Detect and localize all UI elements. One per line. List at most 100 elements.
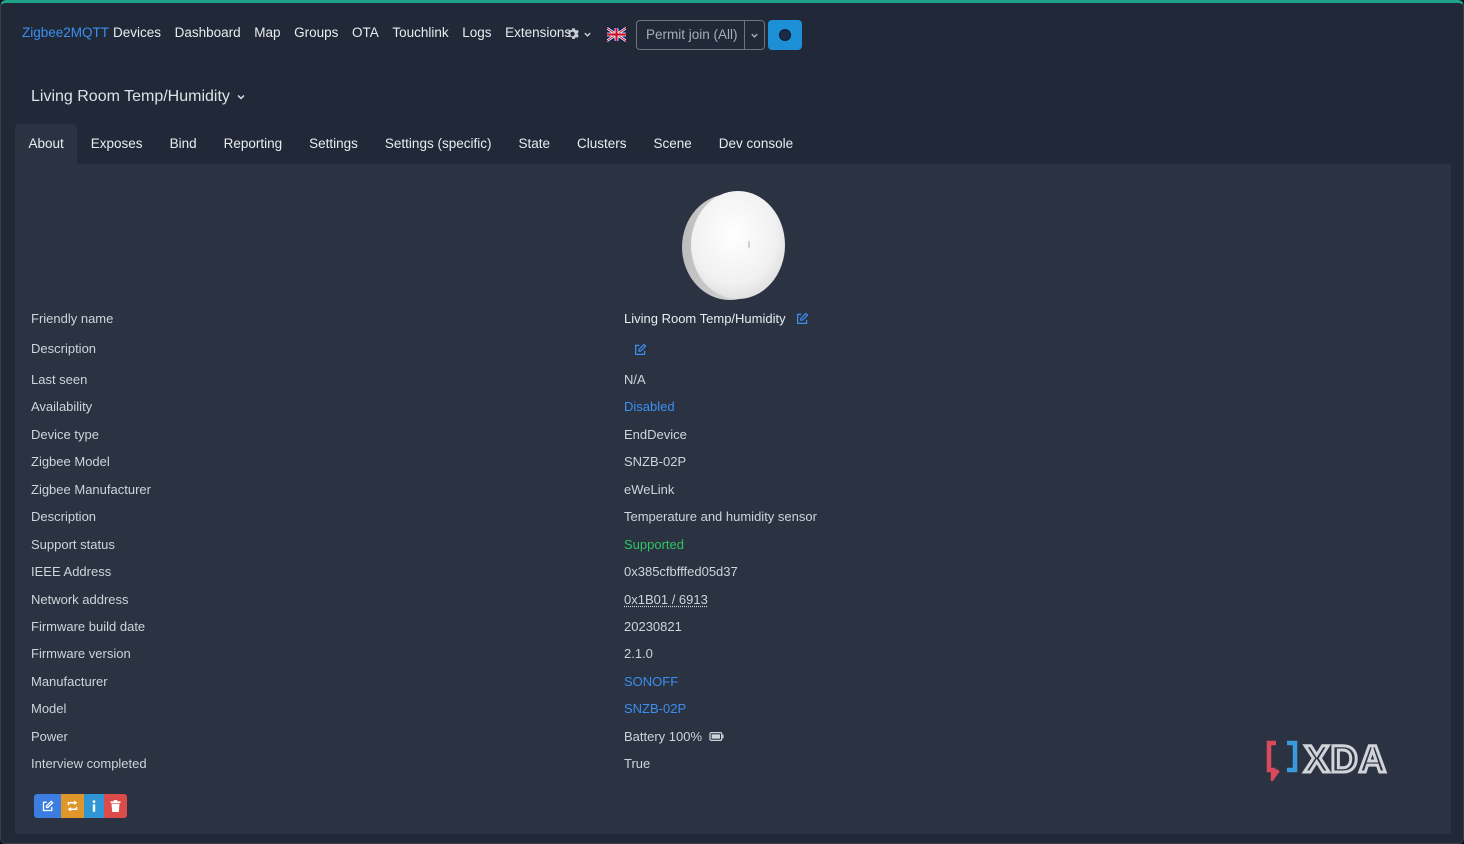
info-icon	[92, 800, 96, 812]
tab-settings[interactable]: Settings	[296, 124, 372, 164]
edit-icon	[42, 800, 54, 812]
edit-icon[interactable]	[796, 312, 809, 325]
edit-icon[interactable]	[634, 343, 647, 356]
model-link[interactable]: SNZB-02P	[624, 701, 686, 716]
detail-label: Manufacturer	[31, 674, 108, 689]
nav-links: Devices Dashboard Map Groups OTA Touchli…	[113, 25, 585, 40]
detail-value: eWeLink	[624, 482, 675, 497]
trash-icon	[110, 800, 121, 812]
app-window: Zigbee2MQTT Devices Dashboard Map Groups…	[0, 0, 1464, 844]
permit-join-button-group: Permit join (All)	[636, 20, 765, 50]
tab-bind[interactable]: Bind	[156, 124, 210, 164]
detail-value	[624, 343, 647, 356]
device-actions	[34, 794, 127, 818]
xda-watermark-logo: XDA	[1266, 739, 1388, 781]
detail-value: Battery 100%	[624, 729, 724, 744]
detail-row-interview-completed: Interview completed True	[31, 756, 1431, 776]
device-title-dropdown[interactable]: Living Room Temp/Humidity	[31, 88, 246, 106]
swap-icon	[67, 800, 78, 812]
device-tabs: About Exposes Bind Reporting Settings Se…	[15, 124, 807, 164]
detail-label: Zigbee Manufacturer	[31, 482, 151, 497]
friendly-name-value: Living Room Temp/Humidity	[624, 311, 786, 326]
detail-label: Support status	[31, 537, 115, 552]
power-value: Battery 100%	[624, 729, 703, 744]
detail-row-support-status: Support status Supported	[31, 537, 1431, 557]
detail-label: Device type	[31, 427, 99, 442]
availability-link[interactable]: Disabled	[624, 399, 675, 414]
chevron-down-icon	[237, 94, 245, 100]
detail-value: 2.1.0	[624, 646, 653, 661]
circle-icon	[779, 29, 791, 41]
tab-clusters[interactable]: Clusters	[564, 124, 641, 164]
detail-row-friendly-name: Friendly name Living Room Temp/Humidity	[31, 311, 1431, 331]
tab-exposes[interactable]: Exposes	[77, 124, 156, 164]
nav-map[interactable]: Map	[254, 25, 280, 40]
page-title: Living Room Temp/Humidity	[31, 88, 230, 105]
detail-row-last-seen: Last seen N/A	[31, 372, 1431, 392]
nav-extensions[interactable]: Extensions	[505, 25, 571, 40]
detail-value: Living Room Temp/Humidity	[624, 311, 809, 326]
reconfigure-button[interactable]	[61, 794, 84, 818]
interview-button[interactable]	[84, 794, 104, 818]
theme-toggle-button[interactable]	[768, 20, 802, 50]
detail-value: EndDevice	[624, 427, 687, 442]
nav-dashboard[interactable]: Dashboard	[175, 25, 241, 40]
detail-row-manufacturer: Manufacturer SONOFF	[31, 674, 1431, 694]
detail-label: Zigbee Model	[31, 454, 110, 469]
support-status-link[interactable]: Supported	[624, 537, 684, 552]
detail-label: Description	[31, 341, 97, 356]
detail-value: True	[624, 756, 651, 771]
network-address-value: 0x1B01 / 6913	[624, 592, 708, 607]
detail-value: SNZB-02P	[624, 454, 687, 469]
tab-about[interactable]: About	[15, 124, 78, 164]
detail-label: Firmware version	[31, 646, 131, 661]
tab-scene[interactable]: Scene	[640, 124, 705, 164]
detail-row-device-type: Device type EndDevice	[31, 427, 1431, 447]
detail-label: Availability	[31, 399, 93, 414]
detail-label: Firmware build date	[31, 619, 146, 634]
detail-value: Temperature and humidity sensor	[624, 509, 817, 524]
detail-label: Interview completed	[31, 756, 147, 771]
nav-logs[interactable]: Logs	[462, 25, 491, 40]
detail-row-network-address: Network address 0x1B01 / 6913	[31, 592, 1431, 612]
manufacturer-link[interactable]: SONOFF	[624, 674, 678, 689]
tab-settings-specific[interactable]: Settings (specific)	[371, 124, 505, 164]
remove-device-button[interactable]	[104, 794, 127, 818]
tab-reporting[interactable]: Reporting	[210, 124, 296, 164]
detail-row-firmware-version: Firmware version 2.1.0	[31, 646, 1431, 666]
settings-dropdown[interactable]	[567, 26, 593, 42]
nav-ota[interactable]: OTA	[352, 25, 379, 40]
chevron-down-icon	[584, 32, 591, 37]
rename-device-button[interactable]	[34, 794, 61, 818]
detail-row-description-2: Description Temperature and humidity sen…	[31, 509, 1431, 529]
brand-link[interactable]: Zigbee2MQTT	[22, 25, 109, 40]
detail-value: 0x385cfbfffed05d37	[624, 564, 738, 579]
nav-touchlink[interactable]: Touchlink	[392, 25, 448, 40]
detail-row-availability: Availability Disabled	[31, 399, 1431, 419]
detail-label: Model	[31, 701, 67, 716]
detail-row-description: Description	[31, 341, 1431, 361]
nav-groups[interactable]: Groups	[294, 25, 338, 40]
uk-flag-icon[interactable]	[607, 26, 626, 43]
detail-row-zigbee-model: Zigbee Model SNZB-02P	[31, 454, 1431, 474]
navbar: Zigbee2MQTT Devices Dashboard Map Groups…	[1, 3, 1463, 63]
nav-devices[interactable]: Devices	[113, 25, 161, 40]
tab-dev-console[interactable]: Dev console	[705, 124, 806, 164]
permit-join-dropdown[interactable]	[744, 21, 764, 49]
gear-icon	[568, 28, 579, 39]
permit-join-button[interactable]: Permit join (All)	[637, 21, 744, 49]
detail-label: Network address	[31, 592, 129, 607]
svg-text:XDA: XDA	[1304, 739, 1387, 781]
about-panel: Friendly name Living Room Temp/Humidity …	[15, 164, 1451, 834]
chevron-down-icon	[751, 33, 758, 38]
detail-label: Last seen	[31, 372, 88, 387]
detail-value: N/A	[624, 372, 646, 387]
tab-state[interactable]: State	[505, 124, 564, 164]
detail-row-zigbee-manufacturer: Zigbee Manufacturer eWeLink	[31, 482, 1431, 502]
detail-label: Friendly name	[31, 311, 114, 326]
detail-row-power: Power Battery 100%	[31, 729, 1431, 749]
device-image	[682, 191, 785, 300]
detail-row-ieee-address: IEEE Address 0x385cfbfffed05d37	[31, 564, 1431, 584]
detail-label: Description	[31, 509, 97, 524]
battery-full-icon	[709, 732, 724, 741]
